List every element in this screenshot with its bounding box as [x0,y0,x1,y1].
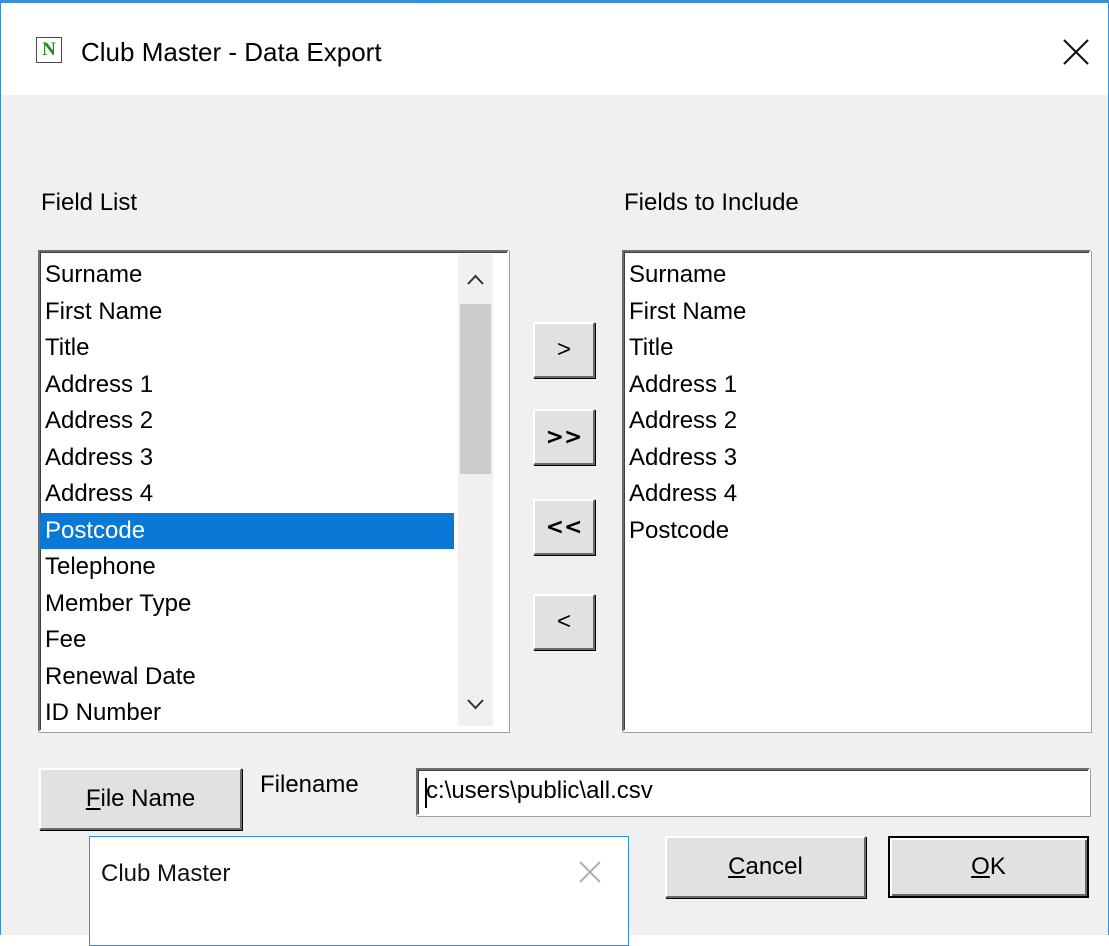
add-all-fields-button[interactable]: >> [533,409,595,465]
list-item[interactable]: Address 2 [40,403,507,440]
filename-input[interactable]: c:\users\public\all.csv [416,768,1090,816]
taskbar-preview-tooltip[interactable]: Club Master [89,836,629,946]
fields-to-include-label: Fields to Include [624,189,799,216]
title-bar[interactable]: N Club Master - Data Export [1,3,1108,95]
list-item[interactable]: Title [40,330,507,367]
cancel-button[interactable]: Cancel [665,836,866,898]
list-item[interactable]: Renewal Date [40,659,507,696]
list-item[interactable]: Address 3 [624,440,1089,477]
close-icon[interactable] [1059,35,1093,69]
list-item[interactable]: Surname [40,257,507,294]
close-icon[interactable] [575,857,605,887]
list-item[interactable]: Address 1 [40,367,507,404]
chevron-up-icon[interactable] [458,262,493,298]
ok-button-label: K [989,853,1006,880]
data-export-dialog: N Club Master - Data Export Field List F… [0,0,1109,946]
list-item[interactable]: Address 3 [40,440,507,477]
cancel-button-mnemonic: C [728,853,746,880]
file-name-button-mnemonic: F [85,785,101,812]
filename-value: c:\users\public\all.csv [426,777,653,804]
app-n-icon: N [36,37,62,63]
tooltip-title: Club Master [101,860,231,887]
ok-button[interactable]: OK [888,836,1089,898]
list-item[interactable]: Address 1 [624,367,1089,404]
list-item[interactable]: Telephone [40,549,507,586]
remove-all-fields-button[interactable]: << [533,499,595,555]
list-item[interactable]: First Name [40,294,507,331]
fields-to-include-box[interactable]: Surname First Name Title Address 1 Addre… [622,250,1091,732]
list-item[interactable]: First Name [624,294,1089,331]
list-item[interactable]: Address 4 [40,476,507,513]
ok-button-mnemonic: O [971,853,990,880]
field-list-label: Field List [41,189,138,216]
list-item[interactable]: Postcode [624,513,1089,550]
file-name-button-label: ile Name [100,785,196,812]
field-list-box[interactable]: Surname First Name Title Address 1 Addre… [38,250,509,732]
field-list-scrollbar[interactable] [458,254,493,726]
text-caret [425,778,427,808]
remove-field-button[interactable]: < [533,594,595,650]
cancel-button-label: ancel [745,853,803,880]
list-item[interactable]: Address 2 [624,403,1089,440]
window-title: Club Master - Data Export [81,37,382,67]
chevron-down-icon[interactable] [458,686,493,722]
list-item[interactable]: Title [624,330,1089,367]
list-item[interactable]: Fee [40,622,507,659]
list-item[interactable]: Surname [624,257,1089,294]
list-item[interactable]: ID Number [40,695,507,730]
list-item[interactable]: Address 4 [624,476,1089,513]
add-field-button[interactable]: > [533,322,595,378]
file-name-button[interactable]: File Name [39,768,242,830]
scrollbar-thumb[interactable] [460,304,491,474]
filename-label: Filename [260,771,359,798]
list-item-selected[interactable]: Postcode [40,512,454,549]
list-item[interactable]: Member Type [40,586,507,623]
